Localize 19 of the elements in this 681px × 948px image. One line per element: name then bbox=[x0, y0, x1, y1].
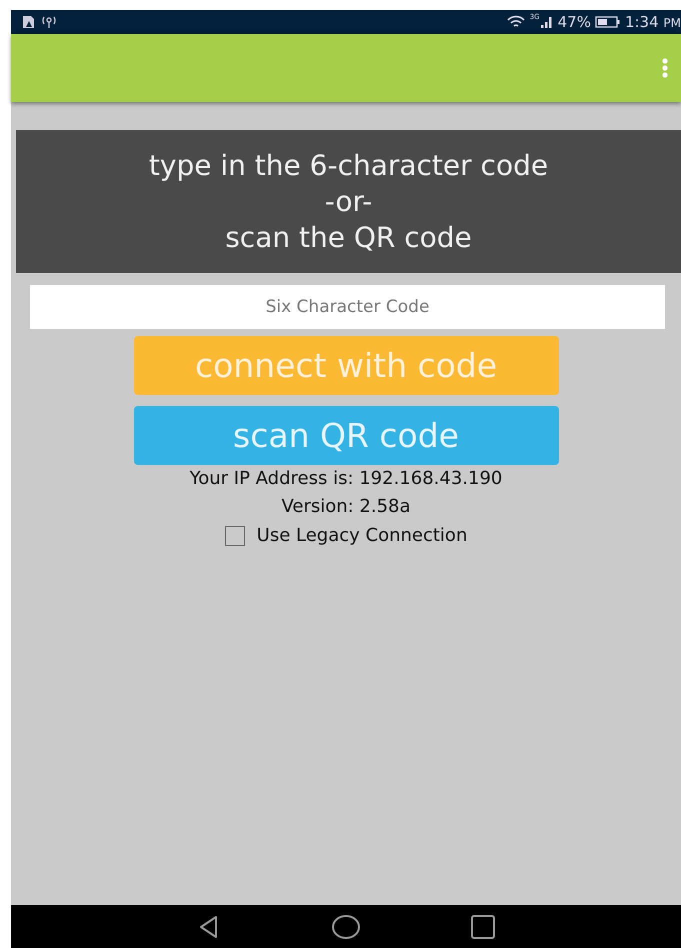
version-text: Version: 2.58a bbox=[281, 495, 411, 519]
recent-apps-icon[interactable] bbox=[470, 914, 496, 940]
instruction-text: scan the QR code bbox=[225, 220, 472, 256]
home-icon[interactable] bbox=[330, 914, 361, 940]
instruction-text: -or- bbox=[324, 184, 372, 220]
legacy-checkbox[interactable] bbox=[224, 526, 245, 546]
instruction-text: type in the 6-character code bbox=[148, 148, 548, 184]
scan-qr-button[interactable]: scan QR code bbox=[134, 406, 558, 465]
battery-percent: 47% bbox=[558, 13, 591, 31]
clock: 1:34 PM bbox=[624, 13, 681, 31]
code-input-field[interactable]: Six Character Code bbox=[30, 285, 665, 329]
connect-button[interactable]: connect with code bbox=[134, 336, 558, 395]
legacy-connection-label: Use Legacy Connection bbox=[256, 525, 468, 546]
ip-address-text: Your IP Address is: 192.168.43.190 bbox=[190, 467, 502, 491]
wifi-icon bbox=[506, 15, 526, 29]
signal-icon bbox=[540, 15, 554, 29]
hotspot-icon bbox=[41, 15, 57, 29]
battery-icon bbox=[594, 15, 621, 29]
sim-alert-icon bbox=[21, 15, 37, 29]
